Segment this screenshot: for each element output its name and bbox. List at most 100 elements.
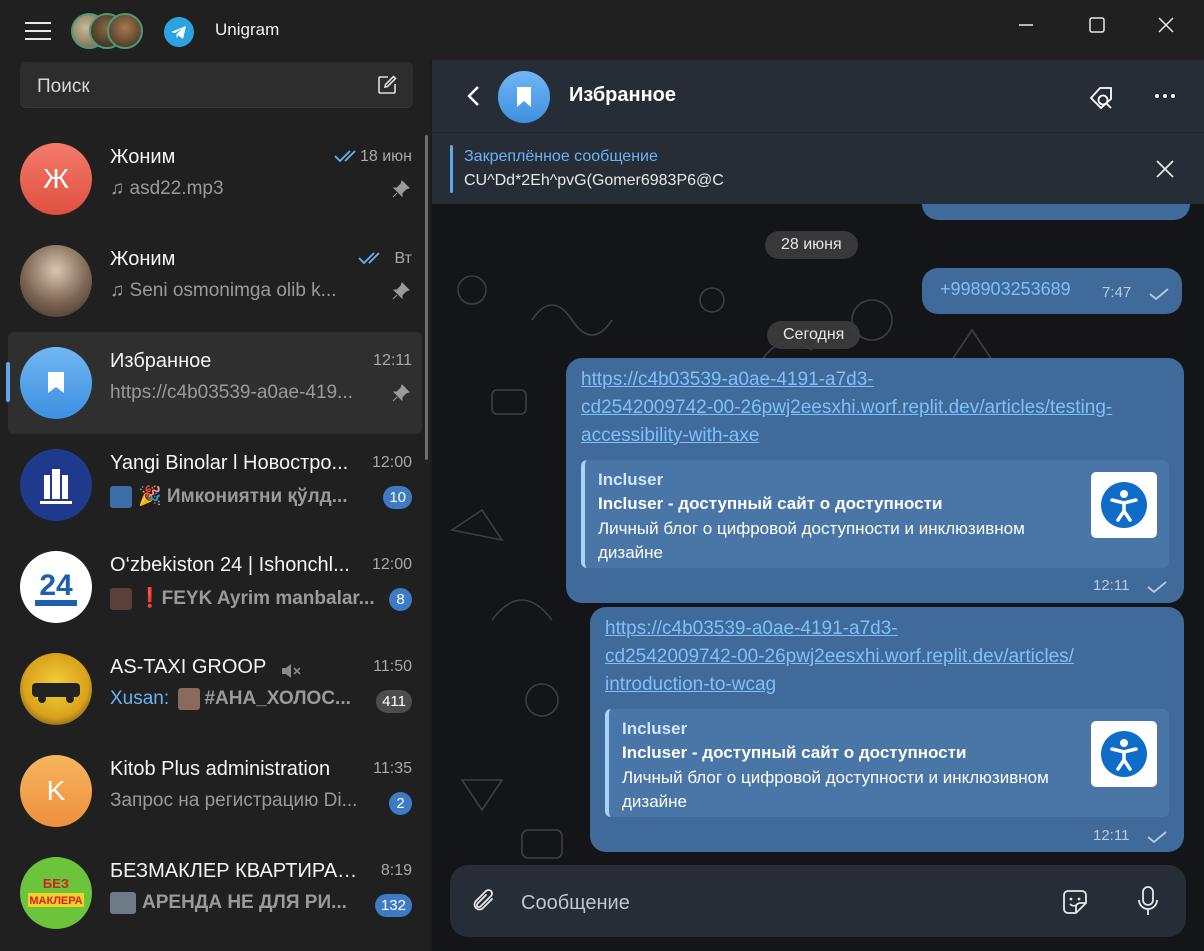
- telegram-logo-icon: [164, 17, 194, 47]
- pinned-message-bar[interactable]: Закреплённое сообщение CU^Dd*2Eh^pvG(Gom…: [432, 132, 1204, 204]
- avatar: [20, 347, 92, 419]
- message-bubble[interactable]: +998903253689 7:47: [922, 268, 1182, 314]
- chat-time: 11:50: [373, 658, 412, 675]
- read-check-icon: [334, 150, 356, 163]
- chat-preview: АРЕНДА НЕ ДЛЯ РИ...: [110, 892, 362, 914]
- maximize-icon[interactable]: [1077, 10, 1117, 40]
- search-label: Поиск: [37, 76, 90, 97]
- account-avatar[interactable]: [107, 13, 143, 49]
- chat-time: Вт: [394, 250, 412, 267]
- chat-title[interactable]: Избранное: [569, 84, 676, 107]
- chat-list: Ж Жоним 18 июн ♫ asd22.mp3 Жоним Вт ♫ Se…: [0, 128, 430, 944]
- date-separator: 28 июня: [765, 231, 858, 259]
- sidebar-scrollbar[interactable]: [425, 135, 428, 460]
- chat-time: 12:00: [371, 556, 412, 573]
- pin-icon: [392, 384, 410, 402]
- chat-preview: ❗FEYK Ayrim manbalar...: [110, 586, 380, 610]
- chat-time: 8:19: [380, 862, 412, 879]
- minimize-icon[interactable]: [1005, 10, 1045, 40]
- sidebar: Поиск Ж Жоним 18 июн ♫ asd22.mp3 Жоним В…: [0, 60, 430, 951]
- message-link[interactable]: https://c4b03539-a0ae-4191-a7d3- cd25420…: [605, 615, 1074, 699]
- avatar: [20, 245, 92, 317]
- avatar: 24: [20, 551, 92, 623]
- chat-list-item[interactable]: Избранное 12:11 https://c4b03539-a0ae-41…: [6, 332, 422, 434]
- chat-list-item[interactable]: БЕЗ МАКЛЕРА БЕЗМАКЛЕР КВАРТИРА |... 8:19…: [8, 842, 422, 944]
- chat-time: 11:35: [373, 760, 412, 777]
- svg-text:МАКЛЕРА: МАКЛЕРА: [29, 895, 82, 907]
- chat-time: 18 июн: [359, 148, 412, 165]
- search-input[interactable]: Поиск: [20, 62, 413, 108]
- chat-title: Yangi Binolar l Новостро...: [110, 452, 349, 474]
- phone-link[interactable]: +998903253689: [940, 279, 1071, 300]
- chat-list-item[interactable]: 24 O‘zbekiston 24 | Ishonchl... 12:00 ❗F…: [8, 536, 422, 638]
- app-title: Unigram: [215, 20, 280, 39]
- chat-title: AS-TAXI GROOP: [110, 656, 267, 678]
- preview-description: Личный блог о цифровой доступности и инк…: [622, 768, 1049, 811]
- account-switcher[interactable]: [71, 13, 143, 49]
- media-thumbnail-icon: [110, 485, 132, 508]
- unread-badge: 10: [383, 486, 412, 509]
- chat-sender: Xusan:: [110, 688, 170, 710]
- chat-title: Избранное: [110, 350, 212, 372]
- chat-title: Kitob Plus administration: [110, 758, 331, 780]
- link-preview[interactable]: Incluser Incluser - доступный сайт о дос…: [605, 709, 1169, 817]
- message-link[interactable]: https://c4b03539-a0ae-4191-a7d3- cd25420…: [581, 366, 1112, 450]
- chat-title: БЕЗМАКЛЕР КВАРТИРА |...: [110, 860, 360, 882]
- search-tag-icon[interactable]: [1087, 84, 1115, 112]
- pinned-indicator: [450, 145, 453, 193]
- preview-description: Личный блог о цифровой доступности и инк…: [598, 519, 1025, 562]
- preview-title: Incluser - доступный сайт о доступности: [598, 494, 943, 513]
- back-icon[interactable]: [462, 84, 486, 108]
- unread-badge: 2: [389, 792, 412, 815]
- close-window-icon[interactable]: [1146, 10, 1186, 40]
- unread-badge: 411: [376, 690, 412, 713]
- chat-title: O‘zbekiston 24 | Ishonchl...: [110, 554, 350, 576]
- preview-thumbnail: [1091, 721, 1157, 787]
- message-bubble[interactable]: https://c4b03539-a0ae-4191-a7d3- cd25420…: [590, 607, 1184, 852]
- microphone-icon[interactable]: [1136, 885, 1160, 917]
- attach-icon[interactable]: [470, 887, 500, 917]
- accessibility-icon: [1101, 731, 1147, 777]
- unread-badge: 132: [374, 894, 412, 917]
- close-icon[interactable]: [1154, 158, 1176, 180]
- title-bar: Unigram: [0, 0, 1204, 60]
- chat-avatar[interactable]: [498, 71, 550, 123]
- chat-panel: 28 июня +998903253689 7:47 Сегодня https…: [432, 60, 1204, 951]
- taxi-logo-icon: [32, 683, 80, 703]
- read-check-icon: [358, 252, 380, 265]
- chat-preview: https://c4b03539-a0ae-419...: [110, 382, 353, 403]
- more-options-icon[interactable]: [1152, 86, 1178, 106]
- bezmakler-logo-icon: БЕЗ МАКЛЕРА: [28, 876, 84, 907]
- chat-preview: Xusan: #АНА_ХОЛОС...: [110, 688, 351, 710]
- chat-time: 12:11: [373, 352, 412, 369]
- compose-icon[interactable]: [376, 74, 398, 96]
- music-note-icon: ♫: [110, 178, 130, 199]
- chat-list-item[interactable]: Жоним Вт ♫ Seni osmonimga olib k...: [8, 230, 422, 332]
- message-time: 7:47: [1102, 284, 1132, 301]
- accessibility-icon: [1101, 482, 1147, 528]
- chat-list-item[interactable]: K Kitob Plus administration 11:35 Запрос…: [8, 740, 422, 842]
- chat-list-item[interactable]: Yangi Binolar l Новостро... 12:00 🎉 Имко…: [8, 434, 422, 536]
- message-input[interactable]: Сообщение: [521, 892, 630, 915]
- chat-list-item[interactable]: Ж Жоним 18 июн ♫ asd22.mp3: [8, 128, 422, 230]
- chat-preview: ♫ asd22.mp3: [110, 178, 224, 199]
- pinned-label: Закреплённое сообщение: [464, 148, 658, 165]
- avatar-letter: Ж: [43, 163, 69, 194]
- preview-title: Incluser - доступный сайт о доступности: [622, 743, 967, 762]
- pinned-text: CU^Dd*2Eh^pvG(Gomer6983P6@C: [464, 172, 724, 189]
- media-thumbnail-icon: [178, 688, 201, 710]
- sticker-icon[interactable]: [1060, 887, 1090, 917]
- menu-icon[interactable]: [25, 22, 51, 42]
- svg-text:24: 24: [39, 569, 73, 602]
- chat-title: Жоним: [110, 146, 176, 168]
- chat-preview: Запрос на регистрацию Di...: [110, 790, 358, 811]
- link-preview[interactable]: Incluser Incluser - доступный сайт о дос…: [581, 460, 1169, 568]
- chat-list-item[interactable]: AS-TAXI GROOP 11:50 Xusan: #АНА_ХОЛОС...…: [8, 638, 422, 740]
- chat-preview: 🎉 Имкониятни қўлд...: [110, 484, 372, 508]
- building-logo-icon: [40, 469, 72, 504]
- sent-check-icon: [1147, 581, 1167, 594]
- bookmark-icon: [517, 87, 531, 107]
- message-bubble[interactable]: https://c4b03539-a0ae-4191-a7d3- cd25420…: [566, 358, 1184, 603]
- unread-badge: 8: [389, 588, 412, 611]
- date-separator: Сегодня: [767, 321, 861, 349]
